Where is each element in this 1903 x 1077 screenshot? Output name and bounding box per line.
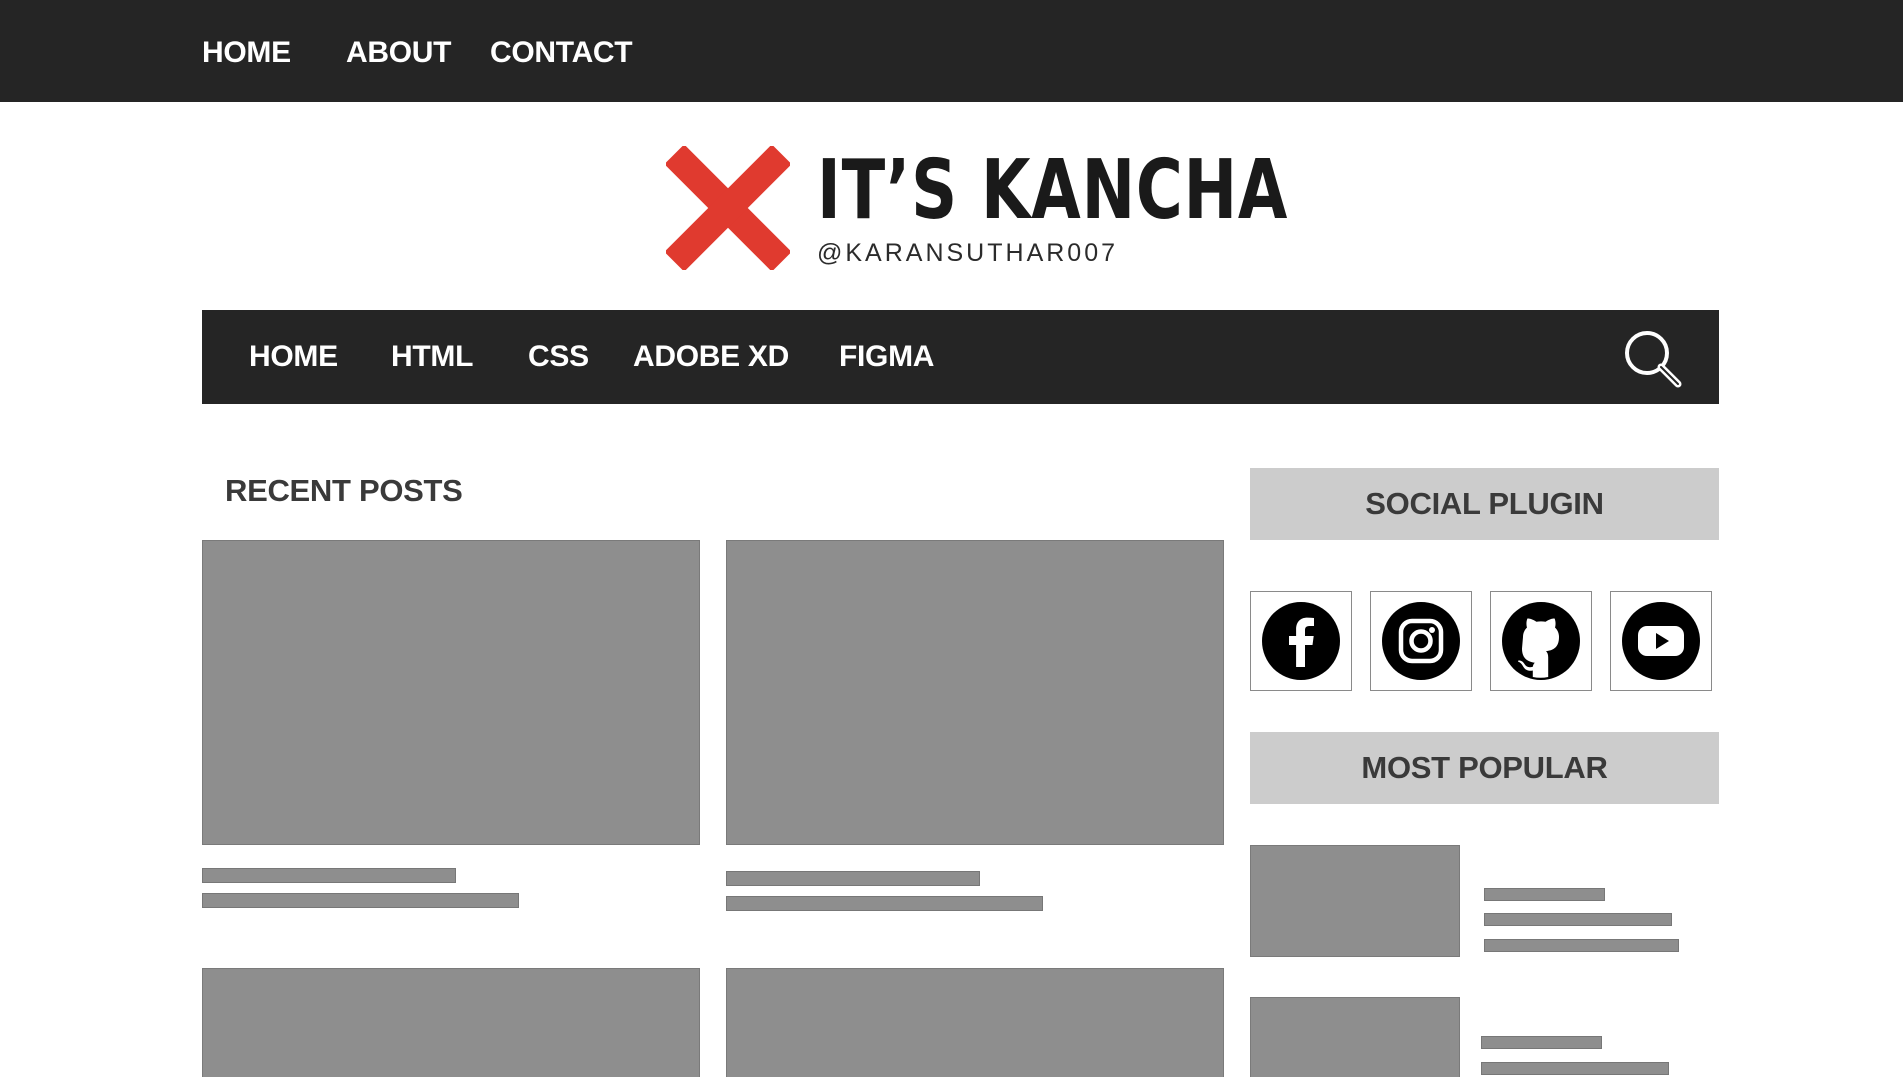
facebook-button[interactable]	[1250, 591, 1352, 691]
nav-item-figma[interactable]: FIGMA	[839, 339, 934, 375]
youtube-icon	[1622, 602, 1700, 680]
site-title: IT’S KANCHA	[817, 143, 1289, 238]
instagram-icon	[1382, 602, 1460, 680]
post-meta-placeholder	[726, 896, 1043, 911]
main-nav: HOME HTML CSS ADOBE XD FIGMA	[202, 310, 1719, 404]
facebook-icon	[1262, 602, 1340, 680]
search-icon[interactable]	[1622, 328, 1684, 390]
nav-item-home[interactable]: HOME	[249, 339, 338, 375]
recent-posts-title: RECENT POSTS	[225, 473, 463, 508]
post-thumbnail[interactable]	[202, 540, 700, 845]
youtube-button[interactable]	[1610, 591, 1712, 691]
post-thumbnail[interactable]	[726, 540, 1224, 845]
popular-post-title-placeholder[interactable]	[1484, 888, 1605, 901]
post-thumbnail[interactable]	[726, 968, 1224, 1077]
most-popular-header: MOST POPULAR	[1250, 732, 1719, 804]
popular-post-thumbnail[interactable]	[1250, 845, 1460, 957]
top-bar: HOME ABOUT CONTACT	[0, 0, 1903, 102]
site-handle: @KARANSUTHAR007	[817, 239, 1119, 267]
popular-post-line-placeholder	[1484, 939, 1679, 952]
github-button[interactable]	[1490, 591, 1592, 691]
popular-post-thumbnail[interactable]	[1250, 997, 1460, 1077]
post-title-placeholder[interactable]	[202, 868, 456, 883]
post-meta-placeholder	[202, 893, 519, 908]
x-logo-icon	[666, 146, 790, 270]
topbar-link-home[interactable]: HOME	[202, 34, 291, 72]
popular-post-line-placeholder	[1484, 913, 1672, 926]
popular-post-line-placeholder	[1481, 1062, 1669, 1075]
topbar-link-about[interactable]: ABOUT	[346, 34, 451, 72]
nav-item-css[interactable]: CSS	[528, 339, 589, 375]
popular-post-title-placeholder[interactable]	[1481, 1036, 1602, 1049]
post-title-placeholder[interactable]	[726, 871, 980, 886]
nav-item-adobe-xd[interactable]: ADOBE XD	[633, 339, 789, 375]
post-thumbnail[interactable]	[202, 968, 700, 1077]
instagram-button[interactable]	[1370, 591, 1472, 691]
topbar-link-contact[interactable]: CONTACT	[490, 34, 633, 72]
social-plugin-header: SOCIAL PLUGIN	[1250, 468, 1719, 540]
nav-item-html[interactable]: HTML	[391, 339, 473, 375]
github-icon	[1502, 602, 1580, 680]
